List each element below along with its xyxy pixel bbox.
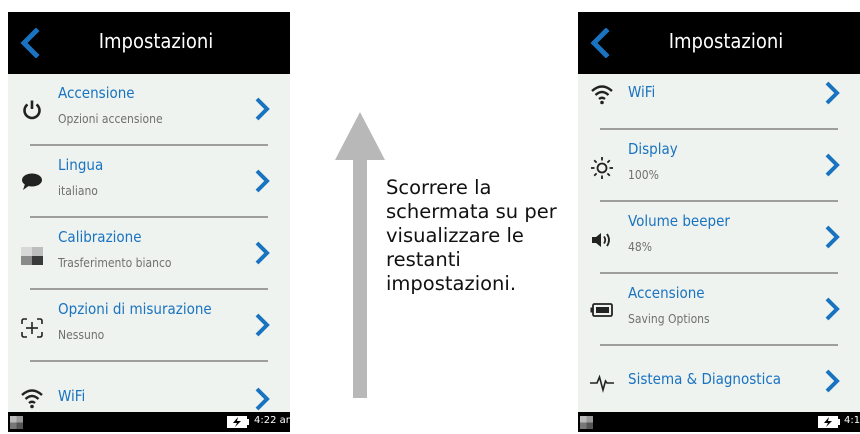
item-label: Accensione xyxy=(58,84,135,102)
battery-icon xyxy=(590,303,613,317)
item-sublabel: Nessuno xyxy=(58,328,105,342)
chevron-right-icon[interactable] xyxy=(254,96,270,122)
item-sublabel: 48% xyxy=(628,240,652,254)
page-title: Impostazioni xyxy=(98,29,214,53)
pulse-icon xyxy=(590,374,614,394)
item-label: Opzioni di misurazione xyxy=(58,300,212,318)
settings-item-lingua[interactable]: Lingua italiano xyxy=(8,146,290,218)
calibration-tiles-icon xyxy=(21,247,43,265)
settings-item-sistema-diagnostica[interactable]: Sistema & Diagnostica xyxy=(578,346,860,412)
status-time: 4:22 am xyxy=(254,415,290,426)
settings-list[interactable]: Accensione Opzioni accensione Lingua ita… xyxy=(8,74,290,412)
item-sublabel: italiano xyxy=(58,184,98,198)
item-label: Display xyxy=(628,140,678,158)
item-sublabel: 100% xyxy=(628,168,659,182)
settings-item-wifi[interactable]: WiFi xyxy=(578,74,860,130)
status-bar: 4:16 am xyxy=(578,412,860,432)
brightness-sun-icon xyxy=(591,157,613,179)
wifi-icon xyxy=(591,85,613,105)
settings-item-accensione[interactable]: Accensione Saving Options xyxy=(578,274,860,346)
scroll-instruction-text: Scorrere la schermata su per visualizzar… xyxy=(386,176,557,295)
chevron-right-icon[interactable] xyxy=(254,240,270,266)
battery-charging-icon xyxy=(818,416,840,428)
settings-item-display[interactable]: Display 100% xyxy=(578,130,860,202)
settings-list[interactable]: WiFi Display 100% Volume beeper 48% Acce… xyxy=(578,74,860,412)
settings-item-calibrazione[interactable]: Calibrazione Trasferimento bianco xyxy=(8,218,290,290)
app-tiles-icon xyxy=(10,416,23,429)
measurement-target-icon xyxy=(21,318,43,338)
speech-bubble-icon xyxy=(22,173,42,190)
item-label: WiFi xyxy=(58,387,86,405)
item-label: Sistema & Diagnostica xyxy=(628,370,782,388)
item-sublabel: Saving Options xyxy=(628,312,710,326)
scroll-up-arrow-icon xyxy=(335,112,385,398)
chevron-right-icon[interactable] xyxy=(254,312,270,338)
item-sublabel: Trasferimento bianco xyxy=(58,256,172,270)
item-label: Lingua xyxy=(58,156,104,174)
item-label: Calibrazione xyxy=(58,228,142,246)
app-tiles-icon xyxy=(580,416,593,429)
settings-item-accensione[interactable]: Accensione Opzioni accensione xyxy=(8,74,290,146)
settings-screen-before-scroll: Impostazioni Accensione Opzioni accensio… xyxy=(8,12,290,432)
title-bar: Impostazioni xyxy=(578,12,860,74)
power-icon xyxy=(23,100,41,120)
status-bar: 4:22 am xyxy=(8,412,290,432)
item-label: WiFi xyxy=(628,83,656,101)
page-title: Impostazioni xyxy=(668,29,784,53)
title-bar: Impostazioni xyxy=(8,12,290,74)
chevron-right-icon[interactable] xyxy=(824,224,840,250)
battery-charging-icon xyxy=(227,416,249,428)
wifi-icon xyxy=(21,389,43,409)
chevron-right-icon[interactable] xyxy=(824,152,840,178)
speaker-icon xyxy=(592,233,610,247)
settings-item-opzioni-misurazione[interactable]: Opzioni di misurazione Nessuno xyxy=(8,290,290,362)
settings-item-wifi[interactable]: WiFi xyxy=(8,362,290,412)
chevron-right-icon[interactable] xyxy=(824,296,840,322)
settings-screen-after-scroll: Impostazioni WiFi Display 100% Volume be… xyxy=(578,12,860,432)
chevron-right-icon[interactable] xyxy=(254,168,270,194)
chevron-right-icon[interactable] xyxy=(824,80,840,106)
status-time: 4:16 am xyxy=(844,415,860,426)
chevron-right-icon[interactable] xyxy=(824,368,840,394)
item-label: Accensione xyxy=(628,284,705,302)
item-sublabel: Opzioni accensione xyxy=(58,112,163,126)
settings-item-volume-beeper[interactable]: Volume beeper 48% xyxy=(578,202,860,274)
chevron-right-icon[interactable] xyxy=(254,386,270,412)
item-label: Volume beeper xyxy=(628,212,730,230)
